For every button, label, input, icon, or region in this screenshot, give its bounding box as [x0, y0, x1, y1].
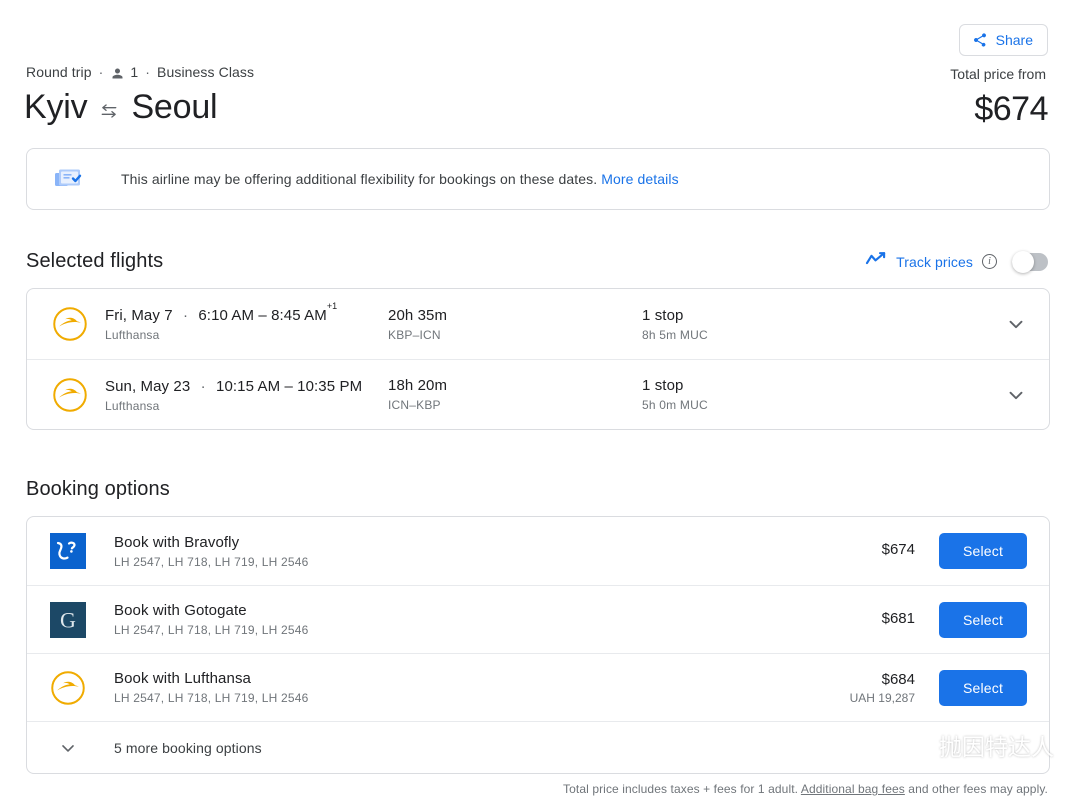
- person-icon: [110, 66, 125, 81]
- chevron-down-icon[interactable]: [1005, 313, 1033, 335]
- flight-date: Sun, May 23: [105, 377, 191, 395]
- flight-results-page: Share Round trip · 1 · Business Class Ky…: [0, 0, 1072, 802]
- flight-duration: 20h 35m: [388, 306, 448, 324]
- flight-route: KBP–ICN: [388, 327, 441, 342]
- booking-price-alt: UAH 19,287: [849, 690, 915, 705]
- bravofly-logo-icon: [49, 532, 87, 570]
- date-time-separator: ·: [182, 307, 189, 324]
- flight-stops-block: 1 stop 5h 0m MUC: [642, 377, 1005, 412]
- booking-options-card: Book with Bravofly LH 2547, LH 718, LH 7…: [26, 516, 1050, 774]
- share-button[interactable]: Share: [958, 24, 1048, 56]
- page-title: Kyiv Seoul: [24, 88, 218, 127]
- footer-disclaimer: Total price includes taxes + fees for 1 …: [563, 782, 1048, 796]
- track-prices-toggle[interactable]: [1012, 250, 1048, 273]
- track-prices-control[interactable]: Track prices i: [865, 250, 1048, 273]
- flight-datetime: Fri, May 7 · 6:10 AM – 8:45 AM+1: [105, 301, 388, 324]
- meta-separator-2: ·: [145, 64, 151, 80]
- booking-price-block: $674: [882, 541, 915, 561]
- select-button[interactable]: Select: [939, 669, 1027, 706]
- select-button[interactable]: Select: [939, 533, 1027, 569]
- flight-time-block: Fri, May 7 · 6:10 AM – 8:45 AM+1 Lufthan…: [105, 301, 388, 342]
- chevron-down-icon[interactable]: [1005, 384, 1033, 406]
- flight-route: ICN–KBP: [388, 398, 441, 412]
- flight-datetime: Sun, May 23 · 10:15 AM – 10:35 PM: [105, 377, 388, 395]
- booking-price: $684: [881, 670, 915, 688]
- share-icon: [972, 32, 988, 48]
- flexibility-banner: This airline may be offering additional …: [26, 148, 1050, 210]
- flight-duration-block: 18h 20m ICN–KBP: [388, 377, 642, 412]
- chevron-down-icon: [49, 738, 87, 758]
- booking-option-info: Book with Gotogate LH 2547, LH 718, LH 7…: [114, 602, 882, 637]
- more-details-link[interactable]: More details: [601, 171, 678, 187]
- flight-time-block: Sun, May 23 · 10:15 AM – 10:35 PM Luftha…: [105, 377, 388, 413]
- flight-stops: 1 stop: [642, 377, 684, 394]
- additional-bag-fees-link[interactable]: Additional bag fees: [801, 782, 905, 796]
- booking-option-row[interactable]: G Book with Gotogate LH 2547, LH 718, LH…: [27, 585, 1049, 653]
- flight-stops: 1 stop: [642, 306, 684, 324]
- total-price-value: $674: [974, 90, 1048, 128]
- gotogate-logo-icon: G: [49, 601, 87, 639]
- flight-layover: 8h 5m MUC: [642, 327, 708, 342]
- booking-provider-title: Book with Bravofly: [114, 533, 240, 551]
- booking-option-info: Book with Bravofly LH 2547, LH 718, LH 7…: [114, 534, 882, 569]
- flexibility-text: This airline may be offering additional …: [121, 171, 679, 187]
- day-offset: +1: [326, 300, 338, 311]
- flight-layover: 5h 0m MUC: [642, 398, 708, 412]
- svg-text:G: G: [60, 607, 76, 632]
- booking-flight-numbers: LH 2547, LH 718, LH 719, LH 2546: [114, 623, 309, 637]
- passenger-count[interactable]: 1: [130, 64, 138, 80]
- flight-duration: 18h 20m: [388, 377, 448, 394]
- flight-duration-block: 20h 35m KBP–ICN: [388, 307, 642, 342]
- flight-airline: Lufthansa: [105, 328, 160, 342]
- cabin-class-label[interactable]: Business Class: [157, 64, 254, 80]
- toggle-knob: [1012, 250, 1034, 273]
- flight-stops-block: 1 stop 8h 5m MUC: [642, 307, 1005, 342]
- footer-suffix: and other fees may apply.: [908, 782, 1048, 796]
- booking-flight-numbers: LH 2547, LH 718, LH 719, LH 2546: [114, 554, 309, 569]
- trip-meta: Round trip · 1 · Business Class: [26, 64, 254, 80]
- track-prices-label: Track prices: [896, 253, 973, 270]
- booking-option-row[interactable]: Book with Bravofly LH 2547, LH 718, LH 7…: [27, 517, 1049, 585]
- flight-times: 10:15 AM – 10:35 PM: [216, 377, 363, 395]
- booking-option-row[interactable]: Book with Lufthansa LH 2547, LH 718, LH …: [27, 653, 1049, 721]
- flight-date: Fri, May 7: [105, 307, 173, 324]
- total-price-label: Total price from: [950, 66, 1046, 82]
- lufthansa-logo-icon: [49, 669, 87, 707]
- more-booking-options-label: 5 more booking options: [114, 739, 262, 756]
- footer-prefix: Total price includes taxes + fees for 1 …: [563, 782, 799, 796]
- booking-option-info: Book with Lufthansa LH 2547, LH 718, LH …: [114, 670, 850, 705]
- swap-arrows-icon: [99, 101, 119, 121]
- origin-city: Kyiv: [24, 88, 88, 126]
- booking-price: $681: [881, 609, 915, 627]
- trip-type-label[interactable]: Round trip: [26, 64, 92, 80]
- lufthansa-logo-icon: [47, 377, 93, 413]
- flight-row[interactable]: Fri, May 7 · 6:10 AM – 8:45 AM+1 Lufthan…: [27, 289, 1049, 359]
- booking-price-block: $684 UAH 19,287: [850, 671, 915, 705]
- destination-city: Seoul: [131, 88, 218, 126]
- flexible-ticket-icon: [55, 166, 93, 192]
- booking-price-block: $681: [882, 610, 915, 630]
- booking-provider-title: Book with Gotogate: [114, 602, 247, 619]
- date-time-separator: ·: [200, 377, 206, 395]
- booking-options-heading: Booking options: [26, 478, 170, 500]
- share-label: Share: [995, 32, 1033, 48]
- selected-flights-card: Fri, May 7 · 6:10 AM – 8:45 AM+1 Lufthan…: [26, 288, 1050, 430]
- info-icon[interactable]: i: [982, 254, 997, 269]
- select-button[interactable]: Select: [939, 601, 1027, 638]
- lufthansa-logo-icon: [47, 306, 93, 342]
- flight-row[interactable]: Sun, May 23 · 10:15 AM – 10:35 PM Luftha…: [27, 359, 1049, 429]
- booking-flight-numbers: LH 2547, LH 718, LH 719, LH 2546: [114, 691, 309, 705]
- booking-provider-title: Book with Lufthansa: [114, 670, 251, 687]
- flexibility-message: This airline may be offering additional …: [121, 171, 598, 187]
- booking-price: $674: [881, 541, 915, 558]
- trending-chart-icon: [865, 250, 887, 273]
- selected-flights-heading: Selected flights: [26, 250, 164, 272]
- flight-airline: Lufthansa: [105, 398, 160, 413]
- meta-separator: ·: [98, 64, 104, 80]
- flight-times: 6:10 AM – 8:45 AM: [198, 307, 327, 324]
- more-booking-options-row[interactable]: 5 more booking options: [27, 721, 1049, 773]
